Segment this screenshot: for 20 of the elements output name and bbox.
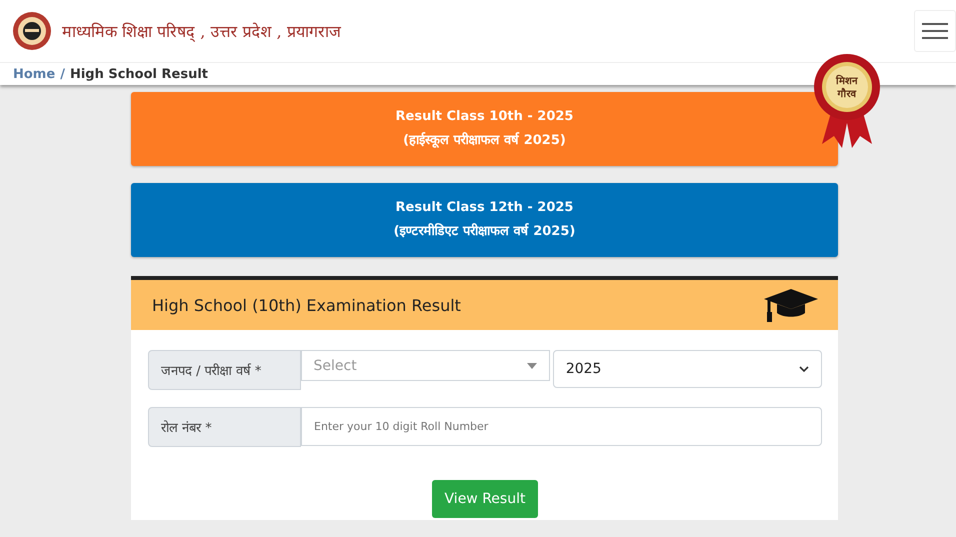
result-link-button[interactable]: Result Class 12th - 2025 (इण्टरमीडिएट परीक्षाफल वर्ष 2025): [131, 183, 838, 257]
year-dropdown[interactable]: 2025: [552, 350, 822, 388]
field-label: रोल नंबर *: [148, 407, 301, 447]
roll-number-field[interactable]: Enter your 10 digit Roll Number: [301, 407, 822, 446]
caret-icon: [526, 362, 537, 368]
graduation-cap-icon: [764, 287, 818, 323]
site-title: माध्यमिक शिक्षा परिषद् , उत्तर प्रदेश , प्रयागराज: [62, 21, 341, 42]
result-link-button[interactable]: Result Class 10th - 2025 (हाईस्कूल परीक्षाफल वर्ष 2025): [131, 92, 838, 166]
badge-text: मिशन: [836, 76, 858, 87]
badge-text: गौरव: [838, 89, 856, 100]
menu-icon[interactable]: [914, 10, 956, 52]
view-result-button[interactable]: View Result: [432, 480, 538, 518]
emblem-logo: [12, 11, 52, 51]
chevron-down-icon: [799, 366, 810, 372]
district-dropdown[interactable]: Select: [300, 350, 550, 381]
breadcrumb-link[interactable]: Home: [13, 66, 56, 82]
field-label: जनपद / परीक्षा वर्ष *: [148, 350, 301, 390]
breadcrumb-current: High School Result: [70, 66, 208, 82]
card-title: High School (10th) Examination Result: [152, 296, 461, 314]
breadcrumb-separator: /: [60, 66, 65, 82]
